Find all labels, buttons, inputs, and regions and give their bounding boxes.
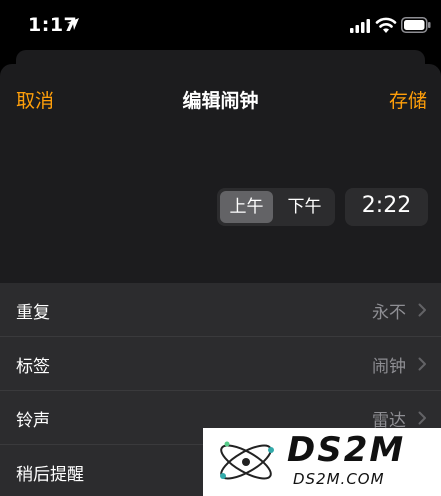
wifi-icon	[375, 17, 397, 33]
page-title: 编辑闹钟	[182, 90, 259, 112]
am-pm-segmented-control[interactable]: 上午 下午	[217, 188, 335, 226]
chevron-right-icon	[418, 357, 426, 371]
cellular-signal-icon	[350, 19, 370, 33]
atom-logo-icon	[220, 441, 274, 480]
row-value: 闹钟	[372, 357, 406, 377]
chevron-right-icon	[418, 303, 426, 317]
watermark: DS2M DS2M.COM	[203, 428, 441, 496]
row-value: 永不	[372, 303, 406, 323]
location-arrow-icon	[67, 18, 79, 30]
battery-icon	[401, 17, 431, 33]
chevron-right-icon	[418, 411, 426, 425]
row-label: 铃声	[16, 411, 50, 431]
row-label: 稍后提醒	[16, 465, 84, 485]
watermark-title: DS2M	[287, 430, 406, 470]
navigation-bar: 取消 编辑闹钟 存储	[0, 64, 441, 131]
am-segment[interactable]: 上午	[220, 191, 273, 223]
time-value: 2:22	[361, 193, 412, 218]
status-bar: 1:17	[0, 0, 441, 52]
row-label: 标签	[16, 357, 50, 377]
watermark-url: DS2M.COM	[293, 470, 385, 488]
alarm-edit-screen: 1:17 取消 编辑闹钟 存储 上午 下午 2:22 重复 永不 标签 闹钟 铃…	[0, 0, 441, 496]
time-input[interactable]: 2:22	[345, 188, 428, 226]
row-label: 重复	[16, 303, 50, 323]
pm-segment[interactable]: 下午	[277, 191, 332, 223]
row-label-setting[interactable]: 标签 闹钟	[0, 337, 441, 391]
row-repeat[interactable]: 重复 永不	[0, 283, 441, 337]
save-button[interactable]: 存储	[389, 86, 427, 113]
